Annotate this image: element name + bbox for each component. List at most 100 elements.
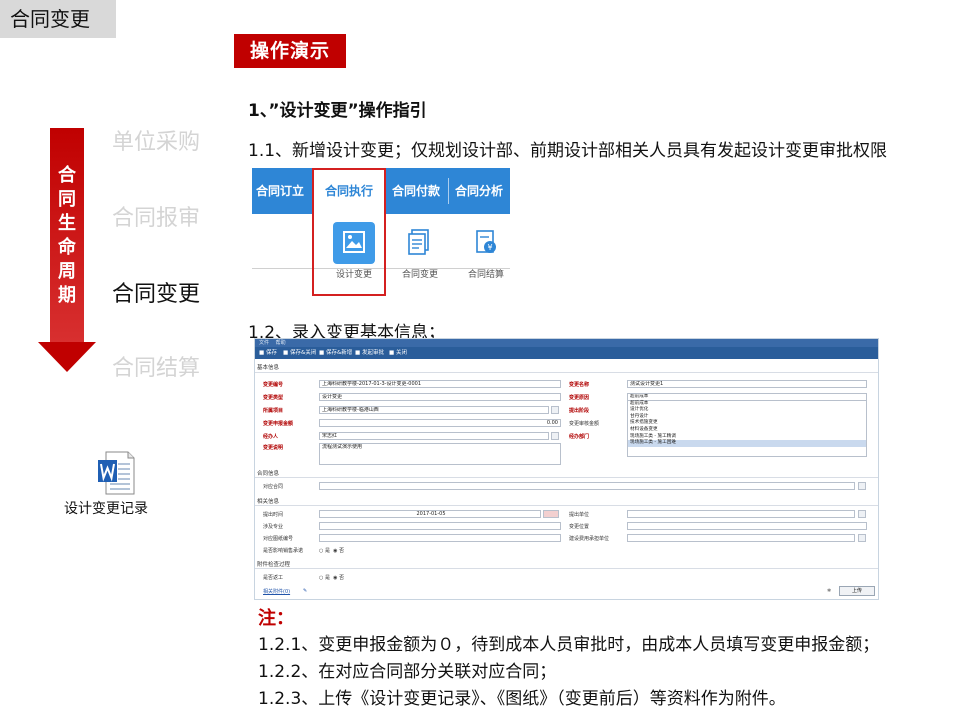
change-name-label: 变更名称 — [569, 382, 590, 388]
dept-label: 经办部门 — [569, 434, 590, 440]
desc-textarea[interactable]: 流程测试演示使用 — [319, 443, 561, 465]
contract-change-icon[interactable] — [406, 228, 434, 256]
change-name-field[interactable]: 测试设计变更1 — [627, 380, 867, 388]
stage-contract-review: 合同报审 — [112, 206, 201, 231]
close-button[interactable]: ■ 关闭 — [389, 347, 407, 359]
save-new-button[interactable]: ■ 保存&新增 — [319, 347, 352, 359]
svg-text:¥: ¥ — [487, 243, 492, 252]
drawing-no-field[interactable] — [319, 534, 561, 542]
drawing-no-label: 对应图纸编号 — [263, 536, 294, 542]
reason-option[interactable]: 设计优化 — [628, 407, 866, 414]
change-no-label: 变更编号 — [263, 382, 284, 388]
contract-lookup-button[interactable] — [858, 482, 866, 490]
lifecycle-char: 期 — [58, 285, 76, 306]
change-no-field[interactable]: 上海科研教学楼-2017-01-3-设计变更-0001 — [319, 380, 561, 388]
affects-no[interactable]: 否 — [339, 548, 344, 554]
reason-option-highlighted[interactable]: 现场施工类 - 施工困难 — [628, 440, 866, 447]
affects-radio-group[interactable]: ○ 是 ◉ 否 — [319, 547, 344, 554]
menu-file[interactable]: 文件 — [259, 340, 269, 346]
section-divider — [255, 372, 878, 373]
section-contract-info: 合同信息 — [257, 471, 280, 477]
note-item-2: 1.2.2、在对应合同部分关联对应合同； — [258, 662, 557, 682]
section-related-info: 相关信息 — [257, 499, 280, 505]
form-screenshot: 文件 帮助 ■ 保存 ■ 保存&关闭 ■ 保存&新增 ■ 发起审批 ■ 关闭 基… — [254, 338, 879, 600]
tab-contract-sign[interactable]: 合同订立 — [252, 168, 308, 214]
location-field[interactable] — [627, 522, 867, 530]
proposer-lookup-button[interactable] — [858, 510, 866, 518]
project-field[interactable]: 上海科研教学楼-临港山西 — [319, 406, 549, 414]
save-close-button[interactable]: ■ 保存&关闭 — [283, 347, 316, 359]
contract-field[interactable] — [319, 482, 855, 490]
rectify-yes[interactable]: 是 — [325, 575, 330, 581]
section-divider — [255, 477, 878, 478]
save-label: 保存 — [265, 350, 277, 356]
start-approval-button[interactable]: ■ 发起审批 — [355, 347, 384, 359]
lifecycle-char: 同 — [58, 189, 76, 210]
attachment-caption: 设计变更记录 — [64, 501, 148, 517]
change-type-label: 变更类型 — [263, 395, 284, 401]
desc-label: 变更说明 — [263, 445, 284, 451]
calendar-button[interactable] — [543, 510, 559, 518]
word-doc-icon[interactable] — [96, 450, 136, 496]
handler-label: 经办人 — [263, 434, 279, 440]
rectify-label: 是否返工 — [263, 575, 284, 581]
contract-settlement-label[interactable]: 合同结算 — [456, 267, 516, 280]
affects-yes[interactable]: 是 — [325, 548, 330, 554]
paperclip-icon[interactable]: ✎ — [303, 588, 307, 594]
contract-label: 对应合同 — [263, 484, 284, 490]
section-divider — [255, 568, 878, 569]
date-field[interactable]: 2017-01-05 — [319, 510, 541, 518]
tab-contract-payment[interactable]: 合同付款 — [386, 168, 446, 214]
date-label: 提出时间 — [263, 512, 284, 518]
change-reason-selected[interactable]: 超前成本 — [628, 394, 866, 401]
contract-settlement-icon[interactable]: ¥ — [472, 228, 500, 256]
stage-contract-settlement: 合同结算 — [112, 356, 201, 381]
reason-option[interactable]: 超前成本 — [628, 401, 866, 408]
note-title: 注： — [258, 608, 294, 629]
handler-field[interactable]: 宋志红 — [319, 432, 549, 440]
demo-tag: 操作演示 — [234, 34, 346, 68]
tab-contract-analysis[interactable]: 合同分析 — [450, 168, 508, 214]
amount-field[interactable]: 0.00 — [319, 419, 561, 427]
rectify-no[interactable]: 否 — [339, 575, 344, 581]
reason-option[interactable]: 材料设备变更 — [628, 427, 866, 434]
note-item-1: 1.2.1、变更申报金额为０，待到成本人员审批时，由成本人员填写变更申报金额； — [258, 635, 880, 655]
save-close-label: 保存&关闭 — [289, 350, 317, 356]
stage-contract-change: 合同变更 — [112, 282, 201, 307]
reason-option[interactable]: 甘丹设计 — [628, 414, 866, 421]
change-type-select[interactable]: 设计变更 — [319, 393, 561, 401]
affects-label: 是否影响销售承诺 — [263, 548, 304, 554]
contract-change-label[interactable]: 合同变更 — [390, 267, 450, 280]
menu-help[interactable]: 帮助 — [276, 340, 286, 346]
cost-unit-lookup-button[interactable] — [858, 534, 866, 542]
lifecycle-char: 命 — [58, 237, 76, 258]
save-button[interactable]: ■ 保存 — [259, 347, 277, 359]
project-lookup-button[interactable] — [551, 406, 559, 414]
gear-icon[interactable]: ✱ — [827, 588, 831, 594]
change-reason-list[interactable]: 超前成本 超前成本 设计优化 甘丹设计 技术措施变更 材料设备变更 现场施工类 … — [627, 393, 867, 457]
handler-lookup-button[interactable] — [551, 432, 559, 440]
section-basic-info: 基本信息 — [257, 365, 280, 371]
save-new-label: 保存&新增 — [325, 350, 353, 356]
reason-option[interactable]: 技术措施变更 — [628, 420, 866, 427]
section-divider — [255, 505, 878, 506]
close-label: 关闭 — [395, 350, 407, 356]
note-item-3: 1.2.3、上传《设计变更记录》、《图纸》（变更前后）等资料作为附件。 — [258, 689, 786, 709]
lifecycle-label: 合 同 生 命 周 期 — [50, 164, 84, 308]
lifecycle-char: 生 — [58, 213, 76, 234]
section-heading: 1、”设计变更”操作指引 — [248, 101, 427, 121]
major-select[interactable] — [319, 522, 561, 530]
cost-unit-field[interactable] — [627, 534, 855, 542]
form-toolbar: ■ 保存 ■ 保存&关闭 ■ 保存&新增 ■ 发起审批 ■ 关闭 — [255, 347, 878, 359]
proposer-field[interactable] — [627, 510, 855, 518]
cost-unit-label: 建设费用承担单位 — [569, 536, 610, 542]
location-label: 变更位置 — [569, 524, 590, 530]
lifecycle-arrow-head — [38, 342, 96, 372]
major-label: 涉及专业 — [263, 524, 284, 530]
review-amount-label: 变更审核金额 — [569, 421, 600, 427]
step-1-text: 1.1、新增设计变更；仅规划设计部、前期设计部相关人员具有发起设计变更审批权限 — [248, 141, 888, 161]
rectify-radio-group[interactable]: ○ 是 ◉ 否 — [319, 574, 344, 581]
project-label: 所属项目 — [263, 408, 284, 414]
attachments-link[interactable]: 相关附件(0) — [263, 588, 290, 595]
upload-button[interactable]: 上传 — [839, 586, 875, 596]
